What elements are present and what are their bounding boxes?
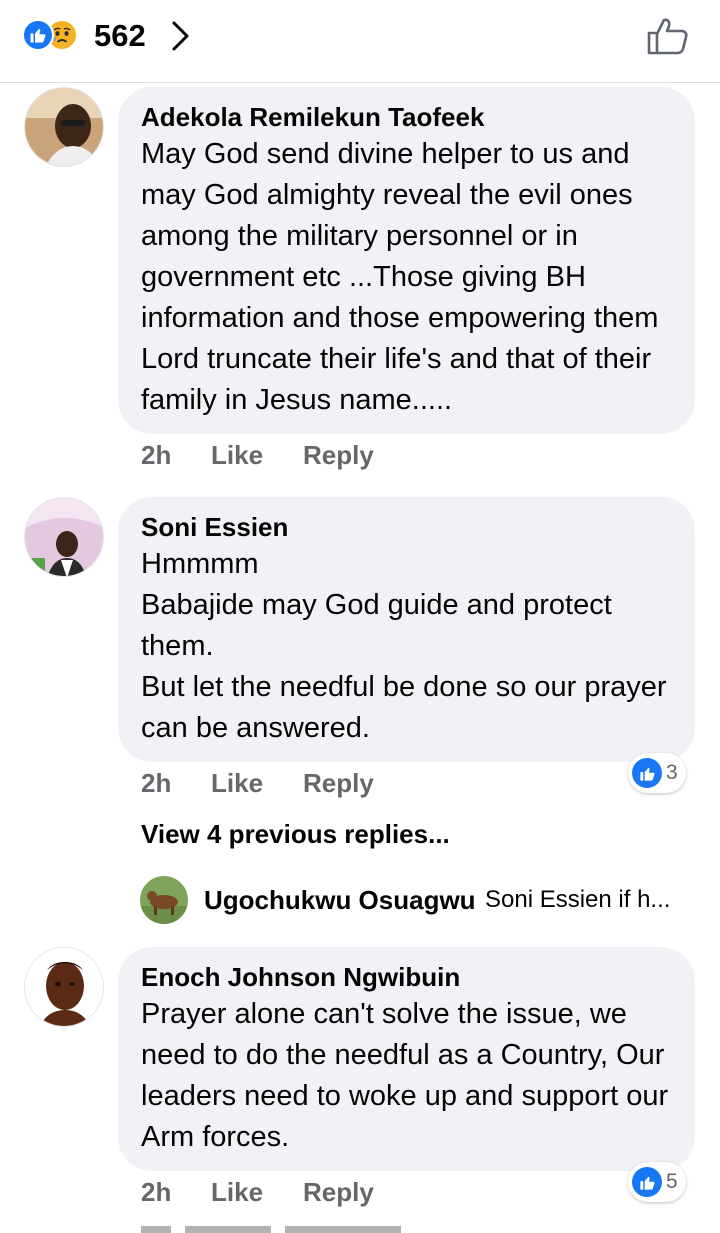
avatar-soni-essien[interactable] <box>24 497 104 577</box>
reactions-header: 562 <box>0 0 720 83</box>
chevron-right-icon[interactable] <box>170 20 192 52</box>
reply-button[interactable]: Reply <box>303 766 374 800</box>
reply-button[interactable]: Reply <box>303 1175 374 1209</box>
reply-button[interactable]: Reply <box>303 438 374 472</box>
reaction-count[interactable]: 562 <box>94 18 146 54</box>
reply-snippet: Soni Essien if h... <box>485 886 671 913</box>
comment-text: Prayer alone can't solve the issue, we n… <box>141 998 669 1153</box>
clipped-next-link <box>141 1226 401 1233</box>
comment-reaction-badge[interactable]: 5 <box>628 1162 686 1202</box>
like-reaction-icon <box>22 19 54 51</box>
comment-author[interactable]: Enoch Johnson Ngwibuin <box>141 961 671 994</box>
avatar-adekola[interactable] <box>24 87 104 167</box>
comment-time[interactable]: 2h <box>141 766 211 800</box>
latest-reply-preview[interactable]: Ugochukwu Osuagwu Soni Essien if h... <box>140 874 700 924</box>
thumbs-up-outline-icon[interactable] <box>646 16 690 56</box>
like-button[interactable]: Like <box>211 438 303 472</box>
comment-bubble[interactable]: Enoch Johnson Ngwibuin Prayer alone can'… <box>118 947 695 1171</box>
reaction-icons[interactable] <box>22 19 78 53</box>
view-previous-replies-link[interactable]: View 4 previous replies... <box>141 817 450 851</box>
comment-time[interactable]: 2h <box>141 1175 211 1209</box>
comment-bubble[interactable]: Adekola Remilekun Taofeek May God send d… <box>118 87 695 434</box>
like-button[interactable]: Like <box>211 1175 303 1209</box>
comment-reaction-badge[interactable]: 3 <box>628 753 686 793</box>
comment-actions: 2h Like Reply <box>141 766 374 800</box>
comment-author[interactable]: Soni Essien <box>141 511 671 544</box>
like-reaction-icon <box>632 1167 662 1197</box>
reaction-count: 3 <box>666 761 678 784</box>
comment-text: Hmmmm Babajide may God guide and protect… <box>141 548 667 744</box>
reaction-count: 5 <box>666 1170 678 1193</box>
avatar-enoch[interactable] <box>24 947 104 1027</box>
comment-time[interactable]: 2h <box>141 438 211 472</box>
comment-bubble[interactable]: Soni Essien Hmmmm Babajide may God guide… <box>118 497 695 762</box>
like-button[interactable]: Like <box>211 766 303 800</box>
comment-actions: 2h Like Reply <box>141 438 374 472</box>
like-reaction-icon <box>632 758 662 788</box>
reply-author[interactable]: Ugochukwu Osuagwu <box>204 884 476 916</box>
avatar-ugochukwu[interactable] <box>140 876 188 924</box>
comment-actions: 2h Like Reply <box>141 1175 374 1209</box>
comment-author[interactable]: Adekola Remilekun Taofeek <box>141 101 671 134</box>
comment-text: May God send divine helper to us and may… <box>141 138 659 416</box>
